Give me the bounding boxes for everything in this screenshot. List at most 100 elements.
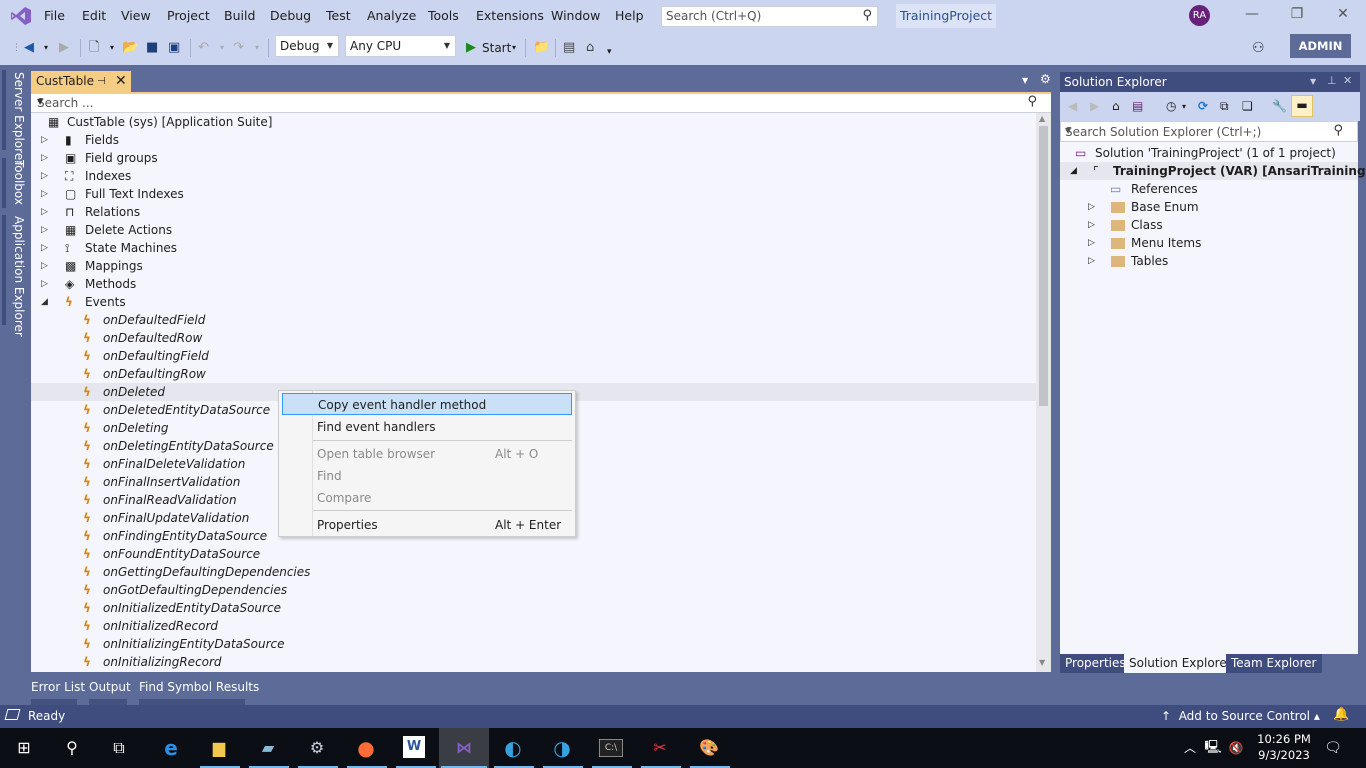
window-position-icon[interactable]: ▼ bbox=[1310, 77, 1316, 86]
tree-node-indexes[interactable]: ▷ ⛶ Indexes bbox=[31, 167, 1036, 185]
chevron-down-icon[interactable]: ▼ bbox=[37, 97, 1048, 106]
chevron-down-icon[interactable]: ▼ bbox=[1065, 126, 1354, 135]
tree-node-mappings[interactable]: ▷ ▩ Mappings bbox=[31, 257, 1036, 275]
pending-changes-icon[interactable]: ◷ bbox=[1166, 99, 1176, 113]
tree-node-state-machines[interactable]: ▷ ⟟ State Machines bbox=[31, 239, 1036, 257]
tree-node-full-text-indexes[interactable]: ▷ ▢ Full Text Indexes bbox=[31, 185, 1036, 203]
tab-team-explorer[interactable]: Team Explorer bbox=[1226, 654, 1322, 673]
folder-node-tables[interactable]: ▷ Tables bbox=[1060, 252, 1358, 270]
expand-icon[interactable]: ▷ bbox=[41, 275, 48, 293]
expand-icon[interactable]: ▷ bbox=[1088, 234, 1095, 252]
layout-icon[interactable]: ▤ bbox=[563, 40, 575, 56]
project-node[interactable]: ◢ ⌜ TrainingProject (VAR) [AnsariTrainin… bbox=[1060, 162, 1366, 180]
word-icon[interactable]: W bbox=[403, 736, 425, 758]
menu-view[interactable]: View bbox=[121, 8, 151, 23]
menu-item-compare[interactable]: Compare bbox=[282, 487, 572, 509]
new-project-icon[interactable]: 🗋 bbox=[89, 40, 99, 56]
home-page-icon[interactable]: ⌂ bbox=[586, 40, 594, 56]
tab-custtable[interactable]: CustTable ⊣ ✕ bbox=[31, 71, 131, 92]
pin-icon[interactable]: ⊣ bbox=[97, 71, 106, 92]
tree-root[interactable]: ▦ CustTable (sys) [Application Suite] bbox=[31, 113, 1036, 131]
menu-help[interactable]: Help bbox=[615, 8, 644, 23]
menu-item-find-event-handlers[interactable]: Find event handlers bbox=[282, 416, 572, 438]
save-all-icon[interactable]: ▣ bbox=[168, 40, 180, 56]
event-node[interactable]: ϟ onGettingDefaultingDependencies bbox=[31, 563, 1036, 581]
edge-beta-icon[interactable]: ◑ bbox=[550, 736, 574, 760]
save-icon[interactable]: ■ bbox=[146, 40, 158, 56]
pending-dropdown-icon[interactable]: ▾ bbox=[1182, 102, 1186, 111]
expand-icon[interactable]: ▷ bbox=[41, 203, 48, 221]
tab-list-dropdown-icon[interactable]: ▼ bbox=[1022, 76, 1028, 85]
event-node[interactable]: ϟ onDefaultingField bbox=[31, 347, 1036, 365]
refresh-icon[interactable]: ⟳ bbox=[1198, 99, 1208, 113]
menu-window[interactable]: Window bbox=[551, 8, 600, 23]
close-icon[interactable]: ✕ bbox=[1343, 74, 1352, 87]
event-node[interactable]: ϟ onDefaultedField bbox=[31, 311, 1036, 329]
undo-icon[interactable]: ↶ bbox=[198, 40, 209, 56]
expand-icon[interactable]: ▷ bbox=[1088, 198, 1095, 216]
menu-item-copy-event-handler[interactable]: Copy event handler method bbox=[282, 393, 572, 415]
quick-search-input[interactable]: Search (Ctrl+Q) ⚲ bbox=[661, 6, 878, 27]
tree-node-events[interactable]: ◢ ϟ Events bbox=[31, 293, 1036, 311]
folder-node-menu-items[interactable]: ▷ Menu Items bbox=[1060, 234, 1358, 252]
menu-item-find[interactable]: Find bbox=[282, 465, 572, 487]
event-node[interactable]: ϟ onInitializingEntityDataSource bbox=[31, 635, 1036, 653]
back-icon[interactable]: ◀ bbox=[24, 40, 34, 56]
menu-test[interactable]: Test bbox=[326, 8, 351, 23]
internet-explorer-icon[interactable]: e bbox=[159, 736, 183, 760]
live-share-icon[interactable]: ⚇ bbox=[1252, 40, 1265, 56]
expand-icon[interactable]: ▷ bbox=[41, 185, 48, 203]
admin-button[interactable]: ADMIN bbox=[1290, 34, 1351, 58]
home-icon[interactable]: ⌂ bbox=[1112, 99, 1120, 113]
add-to-source-control-button[interactable]: ↑ Add to Source Control ▴ bbox=[1161, 709, 1320, 723]
network-icon[interactable]: 🖳 bbox=[1201, 736, 1225, 760]
find-in-files-icon[interactable]: 📁 bbox=[533, 40, 549, 56]
avatar[interactable]: RA bbox=[1189, 5, 1210, 26]
menu-edit[interactable]: Edit bbox=[82, 8, 106, 23]
restore-button[interactable]: ❐ bbox=[1282, 6, 1312, 26]
tree-node-methods[interactable]: ▷ ◈ Methods bbox=[31, 275, 1036, 293]
scroll-down-icon[interactable]: ▼ bbox=[1039, 658, 1045, 667]
command-prompt-icon[interactable]: C:\ bbox=[599, 739, 623, 757]
minimize-button[interactable]: — bbox=[1237, 6, 1267, 26]
search-icon[interactable]: ⚲ bbox=[60, 736, 84, 760]
back-icon[interactable]: ◀ bbox=[1068, 99, 1077, 113]
show-all-files-icon[interactable]: ❏ bbox=[1242, 99, 1253, 113]
forward-icon[interactable]: ▶ bbox=[1090, 99, 1099, 113]
new-dropdown-icon[interactable]: ▾ bbox=[110, 40, 114, 56]
edge-icon[interactable]: ◐ bbox=[501, 736, 525, 760]
event-node[interactable]: ϟ onInitializingRecord bbox=[31, 653, 1036, 671]
task-view-icon[interactable]: ⧉ bbox=[107, 736, 131, 760]
menu-analyze[interactable]: Analyze bbox=[367, 8, 416, 23]
tree-node-relations[interactable]: ▷ ⊓ Relations bbox=[31, 203, 1036, 221]
postman-icon[interactable]: ● bbox=[354, 736, 378, 760]
close-icon[interactable]: ✕ bbox=[115, 71, 127, 92]
collapse-icon[interactable]: ◢ bbox=[1070, 162, 1077, 180]
settings-icon[interactable]: ⚙ bbox=[305, 736, 329, 760]
tab-error-list[interactable]: Error List bbox=[31, 680, 85, 694]
folder-node-base-enum[interactable]: ▷ Base Enum bbox=[1060, 198, 1358, 216]
expand-icon[interactable]: ▷ bbox=[41, 239, 48, 257]
designer-search-input[interactable]: Search ... ⚲ ▼ bbox=[31, 94, 1051, 113]
properties-wrench-icon[interactable]: 🔧 bbox=[1272, 99, 1287, 113]
snipping-tool-icon[interactable]: ✂ bbox=[648, 736, 672, 760]
volume-muted-icon[interactable]: 🔇 bbox=[1224, 736, 1248, 760]
scroll-up-icon[interactable]: ▲ bbox=[1039, 114, 1045, 123]
expand-icon[interactable]: ▷ bbox=[41, 257, 48, 275]
collapse-icon[interactable]: ◢ bbox=[41, 293, 48, 311]
toolbox-tab[interactable]: Toolbox bbox=[6, 160, 26, 205]
menu-debug[interactable]: Debug bbox=[270, 8, 311, 23]
event-node[interactable]: ϟ onInitializedRecord bbox=[31, 617, 1036, 635]
redo-icon[interactable]: ↷ bbox=[233, 40, 244, 56]
clock[interactable]: 10:26 PM 9/3/2023 bbox=[1254, 731, 1314, 763]
config-select[interactable]: Debug ▼ bbox=[275, 35, 339, 57]
undo-dropdown-icon[interactable]: ▾ bbox=[220, 40, 224, 56]
solution-explorer-search-input[interactable]: Search Solution Explorer (Ctrl+;) ⚲ ▼ bbox=[1060, 121, 1358, 142]
windows-start-icon[interactable]: ⊞ bbox=[12, 736, 36, 760]
back-dropdown-icon[interactable]: ▾ bbox=[44, 40, 48, 56]
notepad-icon[interactable]: ▰ bbox=[256, 736, 280, 760]
folder-node-class[interactable]: ▷ Class bbox=[1060, 216, 1358, 234]
menu-item-open-table-browser[interactable]: Open table browser Alt + O bbox=[282, 443, 572, 465]
preview-selected-button[interactable]: ▬ bbox=[1291, 95, 1313, 117]
references-node[interactable]: ▭ References bbox=[1060, 180, 1358, 198]
